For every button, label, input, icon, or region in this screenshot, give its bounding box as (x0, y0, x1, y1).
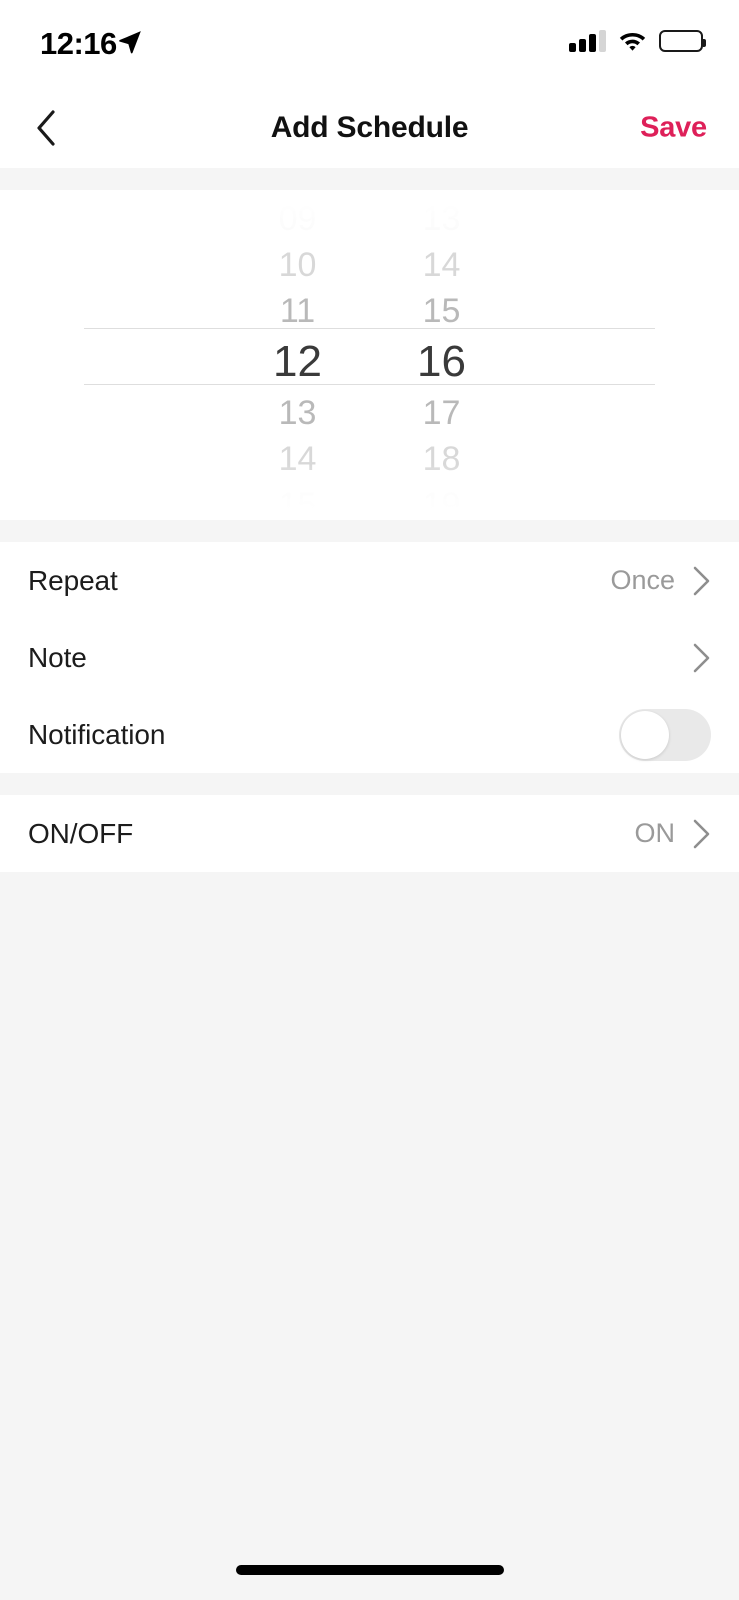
location-arrow-icon (119, 31, 141, 54)
chevron-right-icon (693, 819, 710, 848)
cellular-signal-icon (569, 30, 606, 52)
row-note[interactable]: Note (0, 619, 739, 696)
hour-option[interactable]: 13 (240, 390, 356, 436)
status-bar: 12:16 (0, 0, 739, 88)
hour-option[interactable]: 14 (240, 436, 356, 482)
toggle-knob (621, 710, 669, 759)
back-button[interactable] (22, 104, 70, 152)
empty-area (0, 872, 739, 1540)
home-indicator-area (0, 1540, 739, 1600)
row-label: Notification (28, 718, 166, 750)
navigation-bar: Add Schedule Save (0, 88, 739, 168)
row-label: Repeat (28, 564, 118, 596)
row-label: Note (28, 641, 87, 673)
onoff-section: ON/OFF ON (0, 795, 739, 872)
app-screen: 12:16 Add Schedule Save 09 10 11 12 13 1… (0, 0, 739, 1600)
row-label: ON/OFF (28, 817, 134, 849)
row-onoff[interactable]: ON/OFF ON (0, 795, 739, 872)
wifi-icon (619, 32, 646, 51)
time-picker[interactable]: 09 10 11 12 13 14 15 13 14 15 16 17 18 1… (0, 190, 739, 520)
notification-toggle[interactable] (619, 708, 711, 761)
row-repeat[interactable]: Repeat Once (0, 542, 739, 619)
picker-selection-line-bottom (84, 384, 655, 385)
hour-option[interactable]: 09 (240, 196, 356, 242)
chevron-left-icon (37, 110, 55, 146)
hour-option[interactable]: 10 (240, 242, 356, 288)
home-indicator[interactable] (235, 1565, 504, 1575)
battery-full-icon (659, 30, 706, 52)
minute-option[interactable]: 18 (384, 436, 500, 482)
status-bar-indicators (569, 28, 706, 54)
hour-selected[interactable]: 12 (240, 334, 356, 390)
page-title: Add Schedule (270, 111, 469, 144)
status-bar-time: 12:16 (40, 26, 117, 61)
chevron-right-icon (693, 643, 710, 672)
minute-option[interactable]: 19 (384, 482, 500, 520)
row-notification[interactable]: Notification (0, 696, 739, 773)
minute-wheel[interactable]: 13 14 15 16 17 18 19 (370, 190, 500, 520)
settings-list: Repeat Once Note Notification (0, 542, 739, 773)
section-gap-bottom (0, 773, 739, 795)
hour-option[interactable]: 15 (240, 482, 356, 520)
section-gap-middle (0, 520, 739, 542)
row-value: ON (634, 818, 676, 848)
minute-option[interactable]: 13 (384, 196, 500, 242)
minute-option[interactable]: 17 (384, 390, 500, 436)
section-gap-top (0, 168, 739, 190)
hour-wheel[interactable]: 09 10 11 12 13 14 15 (240, 190, 370, 520)
chevron-right-icon (693, 566, 710, 595)
save-button[interactable]: Save (640, 112, 707, 145)
row-value: Once (610, 565, 675, 595)
minute-option[interactable]: 14 (384, 242, 500, 288)
picker-selection-line-top (84, 328, 655, 329)
minute-selected[interactable]: 16 (384, 334, 500, 390)
